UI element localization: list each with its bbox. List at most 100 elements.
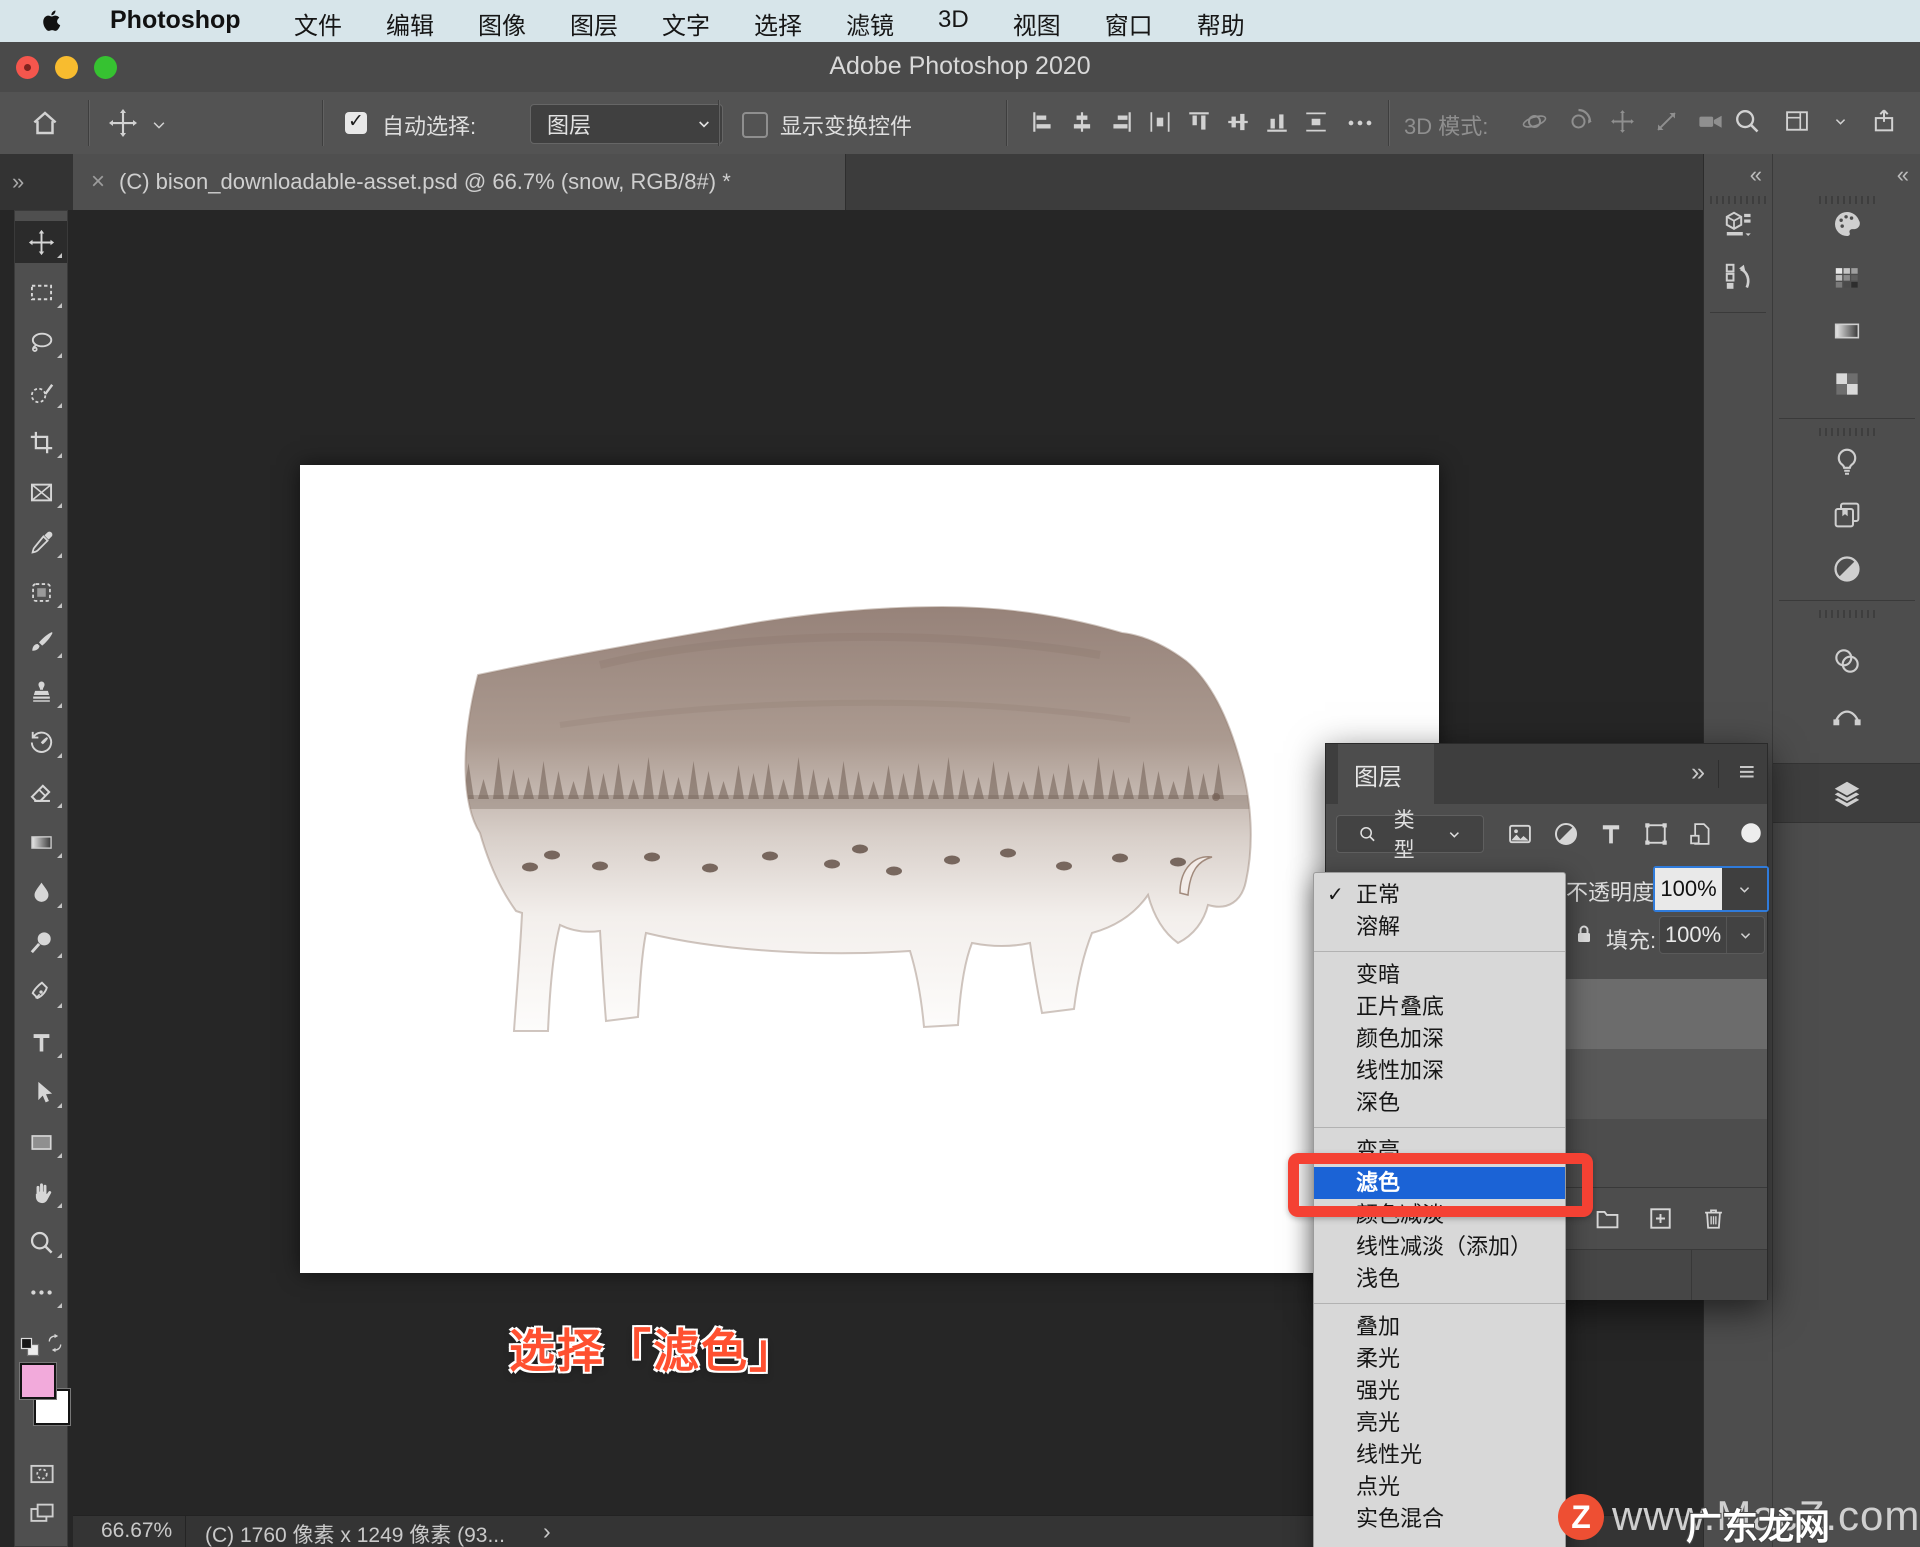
lasso-tool[interactable] — [15, 321, 67, 363]
panel-grip[interactable] — [1819, 196, 1875, 204]
blend-mode-option-5[interactable]: 正片叠底 — [1314, 991, 1565, 1023]
chevron-down-icon[interactable] — [1833, 114, 1848, 129]
fill-field[interactable]: 100% — [1659, 916, 1765, 954]
pan-3d-icon[interactable] — [1608, 107, 1637, 136]
orbit-3d-icon[interactable] — [1520, 107, 1549, 136]
menu-item-8[interactable]: 3D — [938, 6, 969, 41]
document-tab[interactable]: × (C) bison_downloadable-asset.psd @ 66.… — [73, 154, 846, 210]
frame-filter-icon[interactable] — [1642, 820, 1670, 848]
gradients-icon[interactable] — [1831, 315, 1863, 347]
share-icon[interactable] — [1870, 107, 1898, 135]
menu-app-name[interactable]: Photoshop — [110, 6, 241, 35]
opacity-dropdown-button[interactable] — [1722, 868, 1767, 910]
menu-item-1[interactable]: 文件 — [294, 6, 342, 41]
shape-tool[interactable] — [15, 1121, 67, 1163]
align-right-icon[interactable] — [1108, 109, 1134, 135]
align-bottom-icon[interactable] — [1264, 109, 1290, 135]
type-filter-icon[interactable] — [1597, 820, 1625, 848]
adjustment-filter-icon[interactable] — [1552, 820, 1580, 848]
opacity-value[interactable]: 100% — [1655, 868, 1722, 910]
blend-mode-option-20[interactable]: 线性光 — [1314, 1439, 1565, 1471]
new-layer-button[interactable] — [1647, 1205, 1674, 1232]
apple-icon[interactable] — [40, 9, 64, 33]
menu-item-9[interactable]: 视图 — [1013, 6, 1061, 41]
align-vcenter-icon[interactable] — [1225, 109, 1251, 135]
image-filter-icon[interactable] — [1506, 820, 1534, 848]
menu-item-3[interactable]: 图像 — [478, 6, 526, 41]
brush-tool[interactable] — [15, 621, 67, 663]
layers-panel-shortcut[interactable] — [1773, 763, 1920, 823]
camera-3d-icon[interactable] — [1696, 107, 1725, 136]
blend-mode-option-21[interactable]: 点光 — [1314, 1471, 1565, 1503]
menu-item-5[interactable]: 文字 — [662, 6, 710, 41]
lock-icon[interactable] — [1572, 922, 1596, 946]
healing-tool[interactable] — [15, 571, 67, 613]
eyedropper-tool[interactable] — [15, 521, 67, 563]
adjustments-icon[interactable] — [1831, 553, 1863, 585]
fill-dropdown-button[interactable] — [1726, 917, 1764, 953]
toolbar-collapse-button[interactable]: » — [0, 154, 73, 210]
search-icon[interactable] — [1733, 107, 1761, 135]
workspace-icon[interactable] — [1783, 107, 1811, 135]
quick-mask-icon[interactable] — [27, 1459, 57, 1489]
blend-mode-option-6[interactable]: 颜色加深 — [1314, 1023, 1565, 1055]
delete-layer-button[interactable] — [1700, 1205, 1727, 1232]
auto-select-dropdown[interactable]: 图层 — [530, 104, 723, 144]
stamp-tool[interactable] — [15, 671, 67, 713]
learn-icon[interactable] — [1831, 446, 1863, 478]
layer-filter-dropdown[interactable]: 类型 — [1336, 809, 1484, 862]
blend-mode-option-12[interactable]: 颜色减淡 — [1314, 1199, 1565, 1231]
move-tool[interactable] — [15, 221, 67, 263]
opacity-field[interactable]: 100% — [1653, 866, 1769, 912]
hand-tool[interactable] — [15, 1171, 67, 1213]
type-tool[interactable] — [15, 1021, 67, 1063]
properties-icon[interactable] — [1722, 208, 1754, 240]
blur-tool[interactable] — [15, 871, 67, 913]
swap-colors-icon[interactable] — [45, 1333, 65, 1353]
blend-mode-option-1[interactable]: ✓ 正常 — [1314, 879, 1565, 911]
blend-mode-option-22[interactable]: 实色混合 — [1314, 1503, 1565, 1535]
panel-menu-icon[interactable]: ≡ — [1739, 756, 1755, 788]
tab-close-icon[interactable]: × — [91, 168, 105, 196]
paths-icon[interactable] — [1831, 697, 1863, 729]
panel-grip[interactable] — [1819, 610, 1875, 618]
status-expander-icon[interactable]: › — [543, 1518, 551, 1545]
slide-3d-icon[interactable] — [1652, 107, 1681, 136]
blend-mode-option-18[interactable]: 强光 — [1314, 1375, 1565, 1407]
home-icon[interactable] — [30, 108, 60, 138]
history-brush-tool[interactable] — [15, 721, 67, 763]
fill-value[interactable]: 100% — [1660, 917, 1726, 953]
blend-mode-option-4[interactable]: 变暗 — [1314, 959, 1565, 991]
panel-grip[interactable] — [1710, 196, 1766, 204]
ellipsis[interactable] — [15, 1271, 67, 1313]
version-history-icon[interactable] — [1722, 260, 1754, 292]
menu-item-4[interactable]: 图层 — [570, 6, 618, 41]
zoom-tool[interactable] — [15, 1221, 67, 1263]
panel-collapse-icon[interactable]: » — [1691, 758, 1705, 787]
distribute-v-icon[interactable] — [1303, 109, 1329, 135]
foreground-color-swatch[interactable] — [20, 1363, 56, 1399]
more-options-icon[interactable] — [1345, 108, 1375, 138]
dodge-tool[interactable] — [15, 921, 67, 963]
blend-mode-option-19[interactable]: 亮光 — [1314, 1407, 1565, 1439]
marquee-tool[interactable] — [15, 271, 67, 313]
align-top-icon[interactable] — [1186, 109, 1212, 135]
move-tool-options-icon[interactable] — [108, 108, 138, 138]
default-colors-icon[interactable] — [18, 1335, 42, 1359]
menu-item-2[interactable]: 编辑 — [386, 6, 434, 41]
blend-mode-option-13[interactable]: 线性减淡（添加） — [1314, 1231, 1565, 1263]
filter-toggle-icon[interactable] — [1738, 820, 1764, 846]
auto-select-checkbox[interactable] — [345, 110, 367, 134]
eraser-tool[interactable] — [15, 771, 67, 813]
layers-panel-tab[interactable]: 图层 — [1338, 744, 1434, 804]
show-transform-checkbox[interactable] — [742, 112, 768, 138]
blend-mode-option-8[interactable]: 深色 — [1314, 1087, 1565, 1119]
blend-mode-option-11[interactable]: 滤色 — [1314, 1167, 1565, 1199]
gradient-tool[interactable] — [15, 821, 67, 863]
blend-mode-option-10[interactable]: 变亮 — [1314, 1135, 1565, 1167]
collapse-panels-icon[interactable]: « — [1750, 162, 1762, 188]
blend-mode-option-7[interactable]: 线性加深 — [1314, 1055, 1565, 1087]
chevron-down-icon[interactable] — [150, 116, 168, 134]
frame-tool[interactable] — [15, 471, 67, 513]
libraries-icon[interactable] — [1831, 499, 1863, 531]
